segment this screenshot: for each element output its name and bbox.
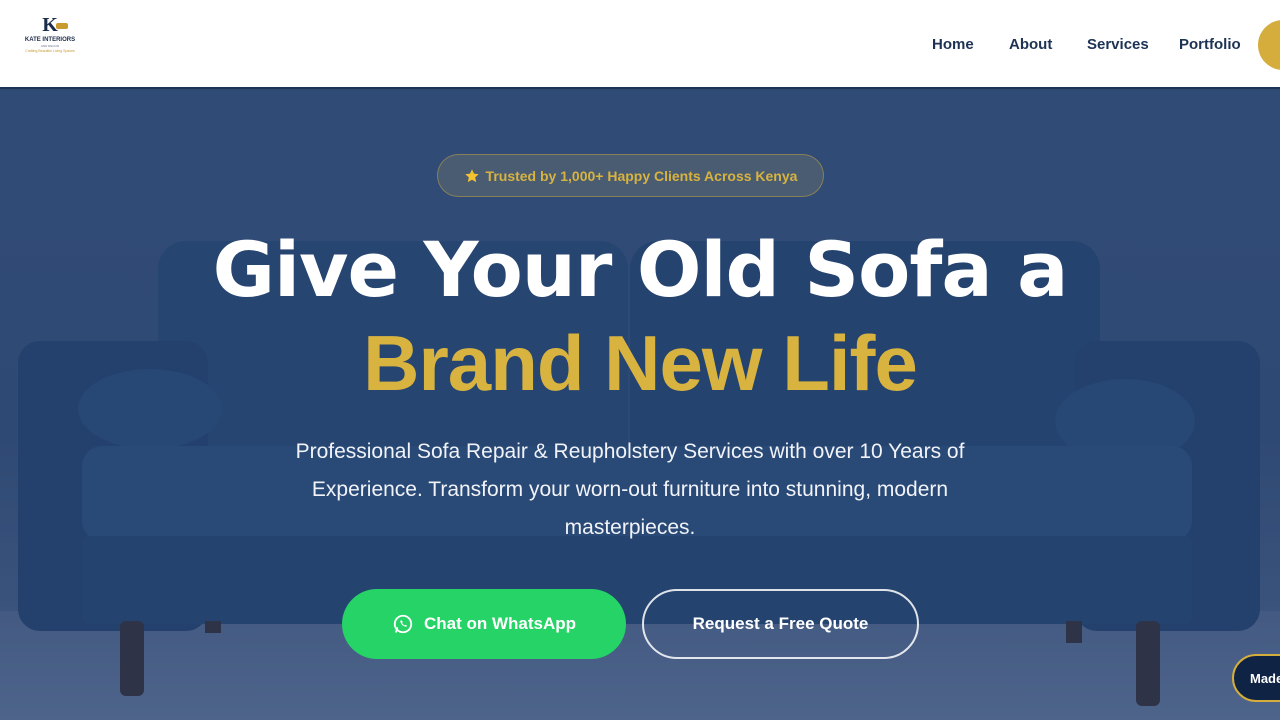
- floating-badge-label: Made: [1250, 670, 1280, 686]
- hero-headline-accent: Brand New Life: [363, 319, 918, 407]
- floating-made-badge[interactable]: Made: [1232, 654, 1280, 702]
- site-header: K KATE INTERIORS AND DECOR Crafting Beau…: [0, 0, 1280, 89]
- nav-about[interactable]: About: [1009, 35, 1052, 55]
- chat-whatsapp-label: Chat on WhatsApp: [423, 614, 577, 633]
- nav-services[interactable]: Services: [1087, 35, 1149, 55]
- brand-logo[interactable]: K KATE INTERIORS AND DECOR Crafting Beau…: [18, 14, 82, 70]
- logo-slogan: Crafting Beautiful Living Spaces: [25, 49, 75, 53]
- trust-badge-text: Trusted by 1,000+ Happy Clients Across K…: [485, 167, 798, 184]
- logo-tagline: AND DECOR: [40, 44, 59, 48]
- logo-sofa-icon: [56, 23, 69, 29]
- star-icon: [464, 168, 479, 182]
- nav-cta-button[interactable]: [1258, 20, 1280, 70]
- logo-mark: K: [42, 14, 69, 36]
- chat-whatsapp-button[interactable]: Chat on WhatsApp: [342, 589, 626, 659]
- hero-headline: Give Your Old Sofa a: [212, 225, 1069, 314]
- whatsapp-icon: [393, 614, 413, 634]
- nav-home[interactable]: Home: [932, 35, 974, 55]
- hero-subtitle: Professional Sofa Repair & Reupholstery …: [295, 440, 965, 539]
- request-quote-label: Request a Free Quote: [692, 614, 869, 633]
- logo-name: KATE INTERIORS: [24, 37, 76, 43]
- trust-badge: Trusted by 1,000+ Happy Clients Across K…: [437, 154, 824, 197]
- hero-section: Trusted by 1,000+ Happy Clients Across K…: [0, 91, 1280, 720]
- request-quote-button[interactable]: Request a Free Quote: [642, 589, 919, 659]
- nav-portfolio[interactable]: Portfolio: [1179, 35, 1241, 55]
